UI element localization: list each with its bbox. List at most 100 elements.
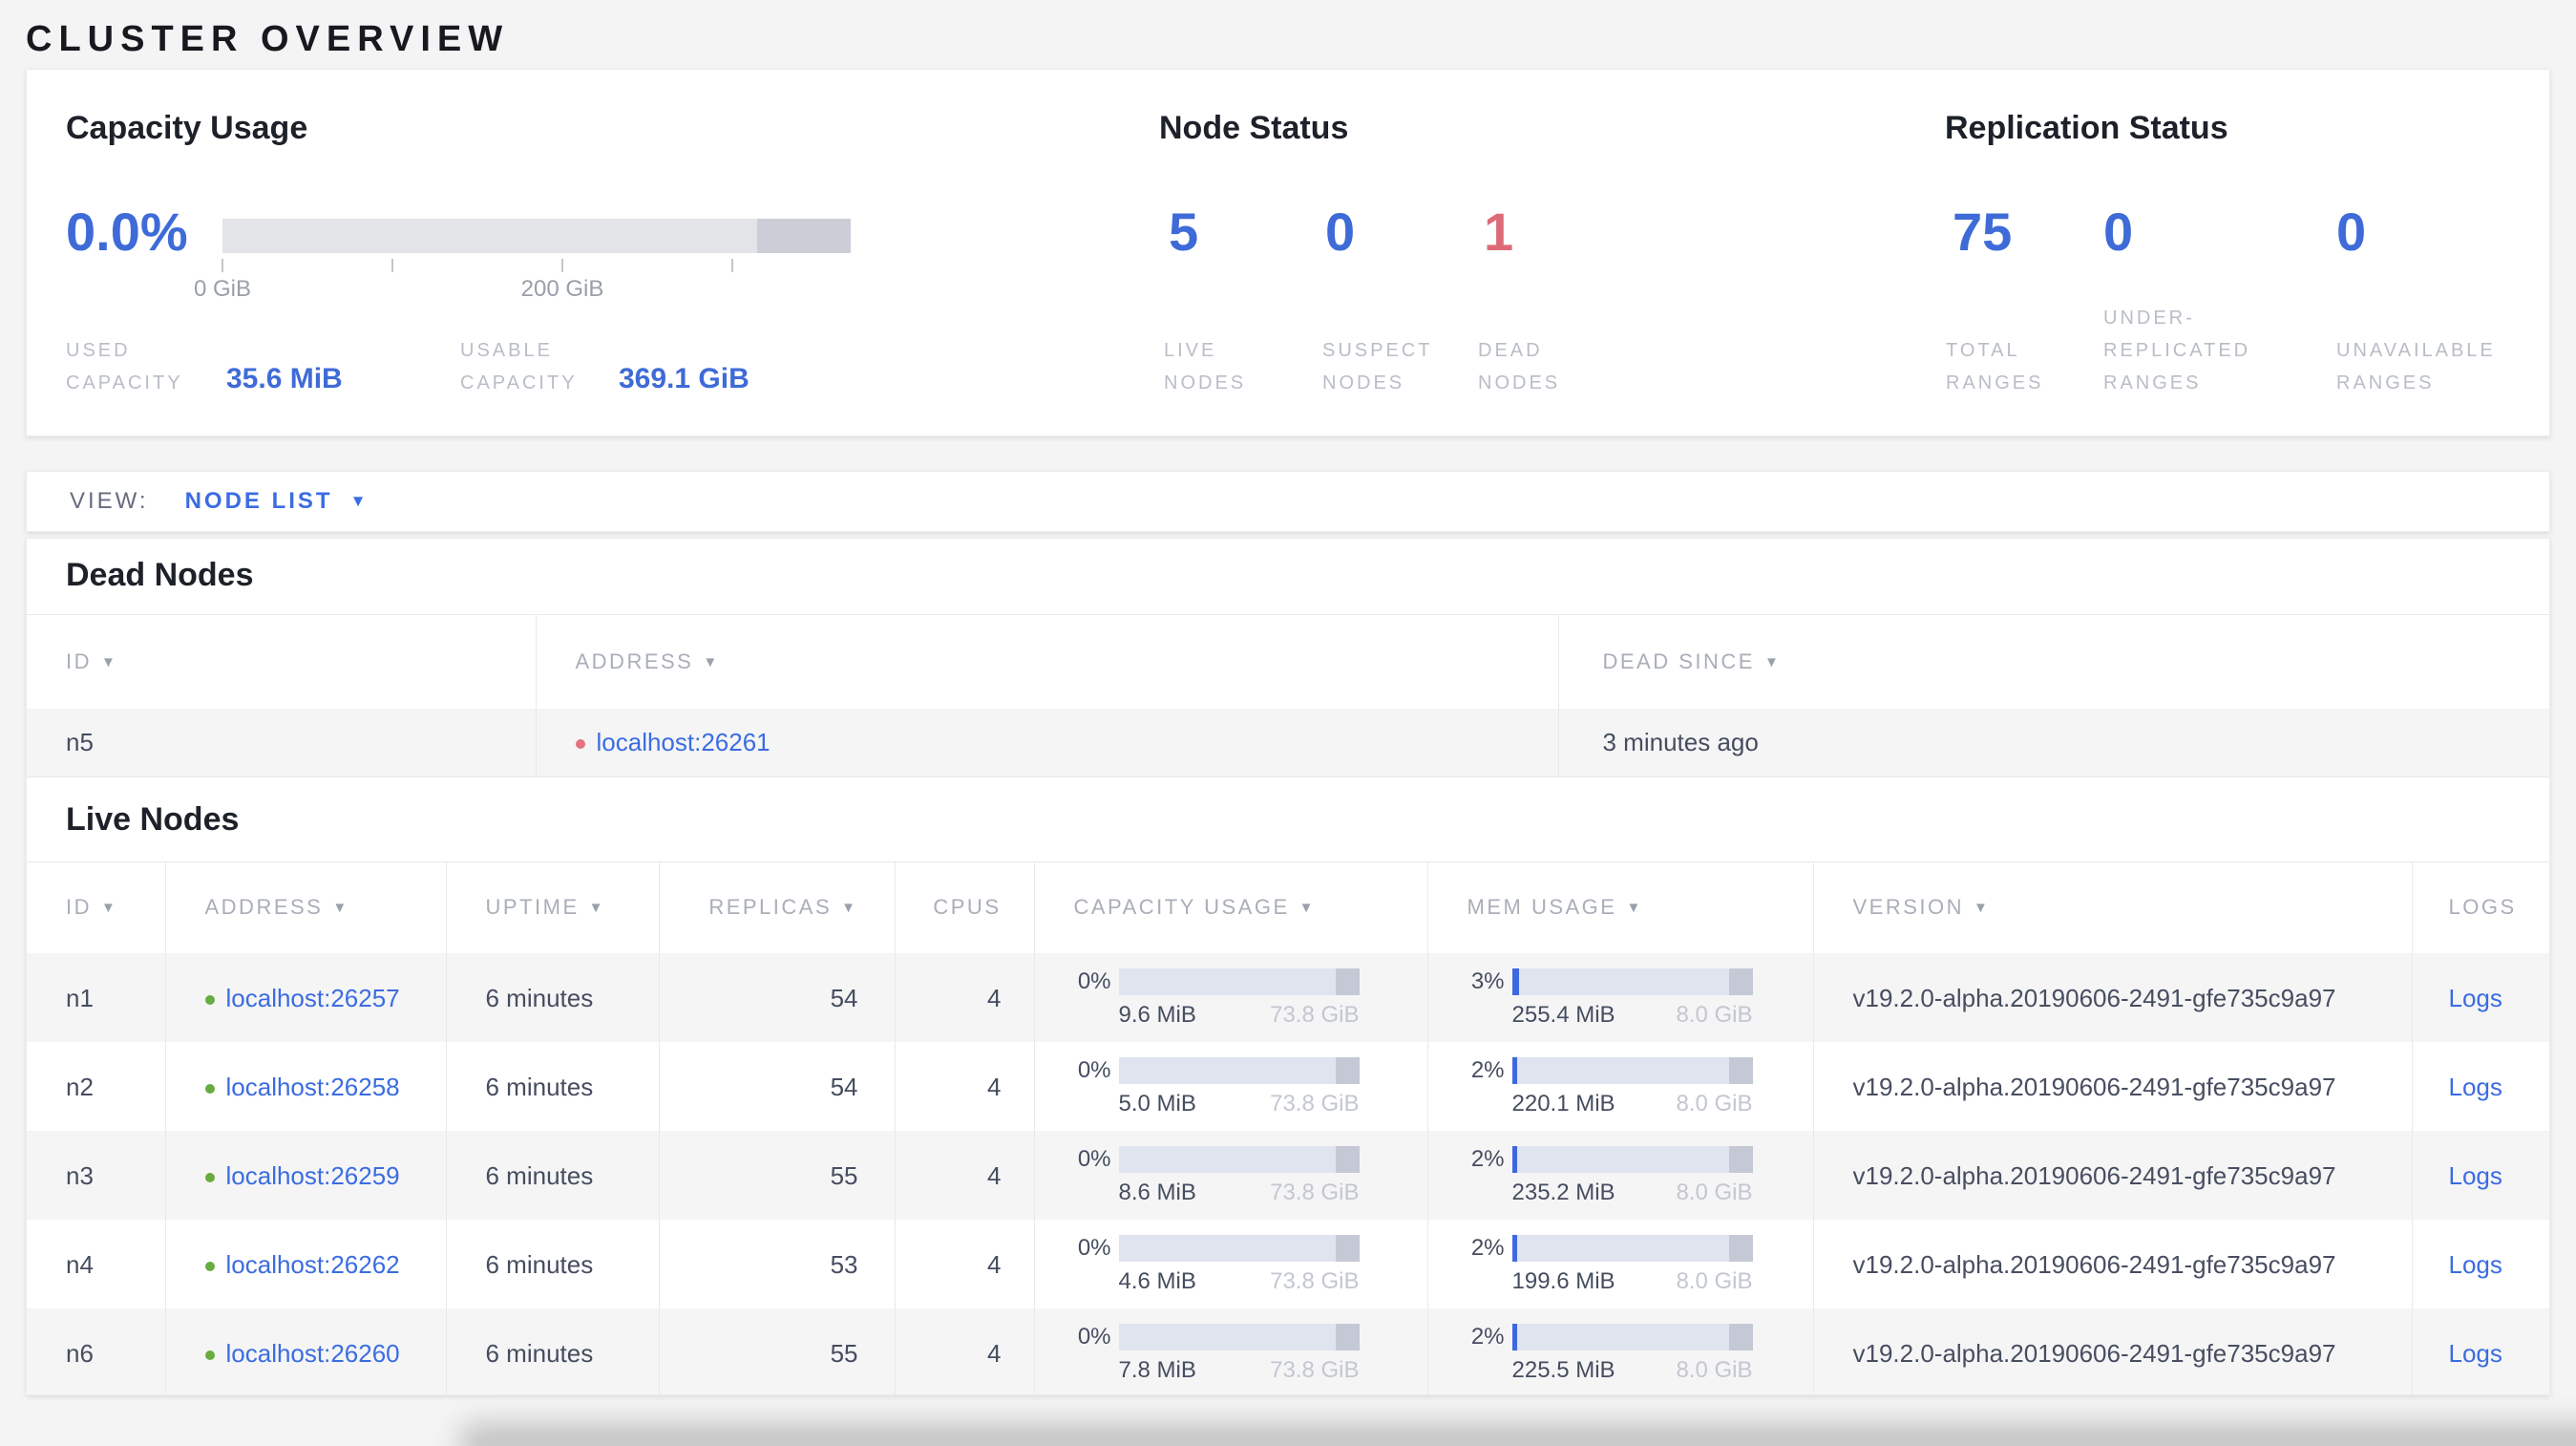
node-address-cell: localhost:26257 bbox=[164, 952, 446, 1042]
capacity-usage-cell: 0% 8.6 MiB 73.8 GiB bbox=[1033, 1130, 1427, 1220]
live-col-uptime[interactable]: UPTIME ▼ bbox=[445, 861, 659, 953]
live-node-row: n1 localhost:26257 6 minutes 54 4 0% 9.6 MiB 73… bbox=[27, 952, 2549, 1042]
live-col-capacity[interactable]: CAPACITY USAGE ▼ bbox=[1033, 861, 1427, 953]
node-address-cell: localhost:26258 bbox=[164, 1041, 446, 1131]
live-col-mem[interactable]: MEM USAGE ▼ bbox=[1426, 861, 1813, 953]
total-ranges-count: 75 bbox=[1953, 202, 2013, 262]
mem-percent-label: 2% bbox=[1470, 1056, 1505, 1083]
mem-total-label: 8.0 GiB bbox=[1676, 1356, 1753, 1383]
mem-used-label: 225.5 MiB bbox=[1511, 1356, 1615, 1383]
live-col-replicas[interactable]: REPLICAS ▼ bbox=[658, 861, 895, 953]
mem-used-label: 199.6 MiB bbox=[1511, 1267, 1615, 1294]
capacity-percent: 0.0% bbox=[66, 202, 188, 262]
capacity-total-label: 73.8 GiB bbox=[1270, 1267, 1360, 1294]
dead-since-cell: 3 minutes ago bbox=[1557, 708, 2549, 777]
replication-status-heading: Replication Status bbox=[1945, 110, 2228, 146]
version-cell: v19.2.0-alpha.20190606-2491-gfe735c9a97 bbox=[1812, 1130, 2412, 1220]
mem-usage-cell: 2% 199.6 MiB 8.0 GiB bbox=[1426, 1219, 1813, 1308]
dead-nodes-label: DEAD NODES bbox=[1478, 340, 1561, 393]
version-cell: v19.2.0-alpha.20190606-2491-gfe735c9a97 bbox=[1812, 1219, 2412, 1308]
view-dropdown[interactable]: NODE LIST bbox=[185, 488, 333, 515]
mem-minibar bbox=[1511, 1323, 1753, 1350]
capacity-usage-cell: 0% 7.8 MiB 73.8 GiB bbox=[1033, 1308, 1427, 1394]
capacity-usage-heading: Capacity Usage bbox=[66, 110, 308, 146]
dead-col-id[interactable]: ID ▼ bbox=[27, 615, 536, 709]
node-status-heading: Node Status bbox=[1159, 110, 1349, 146]
capacity-percent-label: 0% bbox=[1077, 1056, 1111, 1083]
mem-percent-label: 2% bbox=[1470, 1145, 1505, 1172]
axis-tick-label-200: 200 GiB bbox=[520, 276, 604, 302]
window-shadow bbox=[458, 1423, 2576, 1446]
live-status-dot-icon bbox=[204, 1350, 215, 1360]
axis-tick bbox=[731, 259, 733, 272]
logs-link[interactable]: Logs bbox=[2449, 1250, 2502, 1279]
sort-desc-icon: ▼ bbox=[841, 900, 858, 917]
capacity-percent-label: 0% bbox=[1077, 968, 1111, 994]
mem-usage-cell: 2% 220.1 MiB 8.0 GiB bbox=[1426, 1041, 1813, 1131]
replicas-cell: 55 bbox=[658, 1130, 895, 1220]
logs-link[interactable]: Logs bbox=[2449, 984, 2502, 1012]
sort-desc-icon: ▼ bbox=[1299, 900, 1316, 917]
node-address-link[interactable]: localhost:26257 bbox=[226, 984, 400, 1012]
chevron-down-icon[interactable]: ▼ bbox=[350, 492, 367, 511]
live-col-version[interactable]: VERSION ▼ bbox=[1812, 861, 2412, 953]
live-node-row: n6 localhost:26260 6 minutes 55 4 0% 7.8 MiB 73… bbox=[27, 1308, 2549, 1394]
node-id-cell: n2 bbox=[66, 1072, 94, 1101]
capacity-usage-cell: 0% 5.0 MiB 73.8 GiB bbox=[1033, 1041, 1427, 1131]
node-address-cell: localhost:26259 bbox=[164, 1130, 446, 1220]
cpus-cell: 4 bbox=[894, 952, 1034, 1042]
cpus-cell: 4 bbox=[894, 1219, 1034, 1308]
mem-total-label: 8.0 GiB bbox=[1676, 1179, 1753, 1205]
node-address-link[interactable]: localhost:26260 bbox=[226, 1339, 400, 1368]
version-cell: v19.2.0-alpha.20190606-2491-gfe735c9a97 bbox=[1812, 1308, 2412, 1394]
capacity-total-label: 73.8 GiB bbox=[1270, 1356, 1360, 1383]
replicas-cell: 54 bbox=[658, 952, 895, 1042]
node-address-link[interactable]: localhost:26259 bbox=[226, 1161, 400, 1190]
unavailable-ranges-count: 0 bbox=[2336, 202, 2367, 262]
node-address-link[interactable]: localhost:26262 bbox=[226, 1250, 400, 1279]
live-col-id[interactable]: ID ▼ bbox=[27, 862, 165, 953]
version-cell: v19.2.0-alpha.20190606-2491-gfe735c9a97 bbox=[1812, 1041, 2412, 1131]
cpus-cell: 4 bbox=[894, 1130, 1034, 1220]
mem-usage-cell: 3% 255.4 MiB 8.0 GiB bbox=[1426, 952, 1813, 1042]
uptime-cell: 6 minutes bbox=[445, 1130, 659, 1220]
node-id-cell: n4 bbox=[66, 1249, 94, 1279]
mem-used-label: 255.4 MiB bbox=[1511, 1001, 1615, 1028]
capacity-percent-label: 0% bbox=[1077, 1145, 1111, 1172]
live-col-logs: LOGS bbox=[2411, 861, 2549, 953]
live-col-address[interactable]: ADDRESS ▼ bbox=[164, 861, 446, 953]
under-replicated-count: 0 bbox=[2103, 202, 2134, 262]
node-id-cell: n5 bbox=[66, 727, 94, 756]
sort-desc-icon: ▼ bbox=[1626, 900, 1643, 917]
dead-col-address[interactable]: ADDRESS ▼ bbox=[535, 614, 1558, 709]
cpus-cell: 4 bbox=[894, 1308, 1034, 1394]
logs-cell: Logs bbox=[2411, 1308, 2549, 1394]
node-address-cell: localhost:26262 bbox=[164, 1219, 446, 1308]
node-address-link[interactable]: localhost:26261 bbox=[597, 728, 771, 756]
sort-desc-icon: ▼ bbox=[1974, 900, 1991, 917]
sort-desc-icon: ▼ bbox=[101, 653, 118, 670]
logs-link[interactable]: Logs bbox=[2449, 1073, 2502, 1101]
mem-minibar bbox=[1511, 1056, 1753, 1084]
cluster-overview-page: CLUSTER OVERVIEW Capacity Usage Node Sta… bbox=[0, 0, 2576, 1446]
dead-node-row: n5 localhost:26261 3 minutes ago bbox=[27, 708, 2549, 777]
capacity-usage-bar bbox=[222, 219, 851, 253]
mem-total-label: 8.0 GiB bbox=[1676, 1090, 1753, 1116]
capacity-total-label: 73.8 GiB bbox=[1270, 1001, 1360, 1028]
dead-col-dead-since[interactable]: DEAD SINCE ▼ bbox=[1557, 614, 2549, 709]
axis-tick bbox=[561, 259, 563, 272]
sort-desc-icon: ▼ bbox=[703, 653, 720, 670]
logs-link[interactable]: Logs bbox=[2449, 1161, 2502, 1190]
node-address-link[interactable]: localhost:26258 bbox=[226, 1073, 400, 1101]
capacity-minibar bbox=[1118, 1056, 1360, 1084]
uptime-cell: 6 minutes bbox=[445, 1219, 659, 1308]
under-replicated-label: UNDER- REPLICATED RANGES bbox=[2103, 308, 2251, 393]
logs-link[interactable]: Logs bbox=[2449, 1339, 2502, 1368]
mem-percent-label: 2% bbox=[1470, 1323, 1505, 1350]
cpus-cell: 4 bbox=[894, 1041, 1034, 1131]
mem-percent-label: 3% bbox=[1470, 968, 1505, 994]
capacity-used-label: 8.6 MiB bbox=[1118, 1179, 1196, 1205]
version-cell: v19.2.0-alpha.20190606-2491-gfe735c9a97 bbox=[1812, 952, 2412, 1042]
usable-capacity-value: 369.1 GiB bbox=[619, 363, 750, 394]
capacity-minibar bbox=[1118, 968, 1360, 995]
